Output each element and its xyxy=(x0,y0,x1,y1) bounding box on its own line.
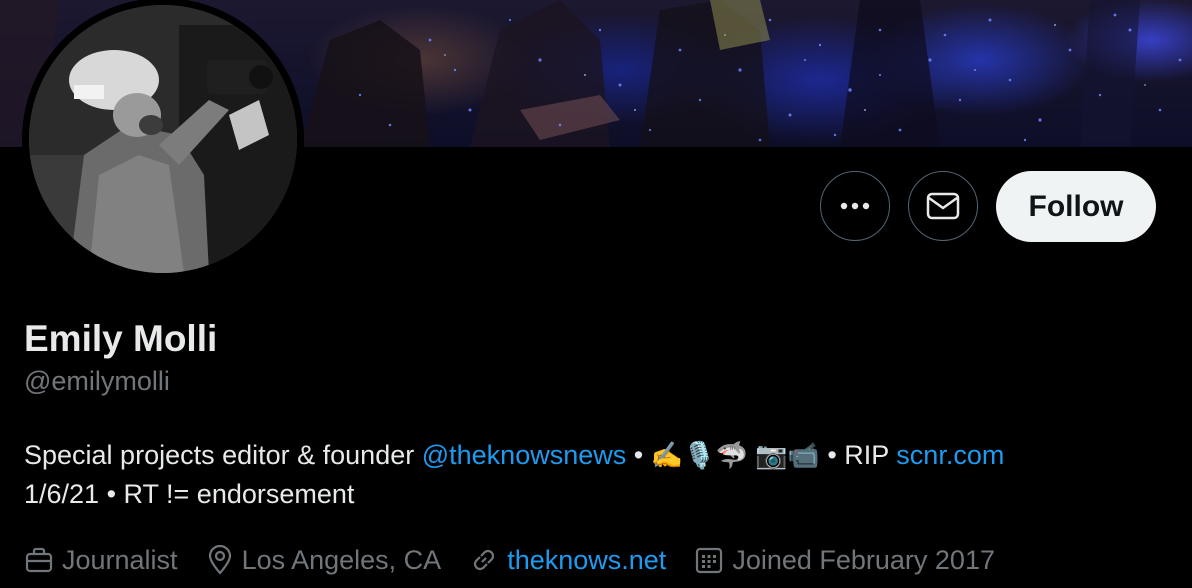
briefcase-icon xyxy=(25,547,53,573)
avatar-photo-graphic xyxy=(29,5,297,273)
calendar-icon xyxy=(696,547,723,574)
profile-bio: Special projects editor & founder @thekn… xyxy=(24,436,1174,514)
profile-avatar[interactable] xyxy=(22,0,310,280)
bio-text-2: • xyxy=(626,440,651,470)
location-pin-icon xyxy=(208,545,231,575)
display-name: Emily Molli xyxy=(24,318,218,359)
ellipsis-icon xyxy=(840,202,870,210)
profile-header: Follow Emily Molli @emilymolli Special p… xyxy=(0,0,1192,588)
bio-text-3: • RIP xyxy=(819,440,897,470)
location-text: Los Angeles, CA xyxy=(241,544,442,575)
bio-mention-link[interactable]: @theknowsnews xyxy=(422,440,627,470)
profile-meta: Journalist Los Angeles, CA theknows.net xyxy=(24,538,1023,582)
message-button[interactable] xyxy=(908,171,978,241)
profession-item: Journalist xyxy=(24,545,178,576)
profession-text: Journalist xyxy=(62,544,178,575)
avatar-photo xyxy=(29,5,297,273)
follow-button[interactable]: Follow xyxy=(996,171,1156,242)
joined-text: Joined February 2017 xyxy=(732,544,995,575)
bio-emojis: ✍️🎙️🦈 📷📹 xyxy=(650,440,820,470)
bio-website-link[interactable]: scnr.com xyxy=(896,440,1004,470)
link-icon xyxy=(474,549,495,571)
joined-item: Joined February 2017 xyxy=(694,545,995,576)
user-handle: @emilymolli xyxy=(24,366,170,396)
bio-text-1: Special projects editor & founder xyxy=(24,440,422,470)
more-options-button[interactable] xyxy=(820,171,890,241)
bio-text-line-2: 1/6/21 • RT != endorsement xyxy=(24,479,355,509)
envelope-icon xyxy=(926,192,960,220)
website-item[interactable]: theknows.net xyxy=(469,545,666,576)
location-item: Los Angeles, CA xyxy=(206,544,442,576)
website-link[interactable]: theknows.net xyxy=(507,545,666,576)
